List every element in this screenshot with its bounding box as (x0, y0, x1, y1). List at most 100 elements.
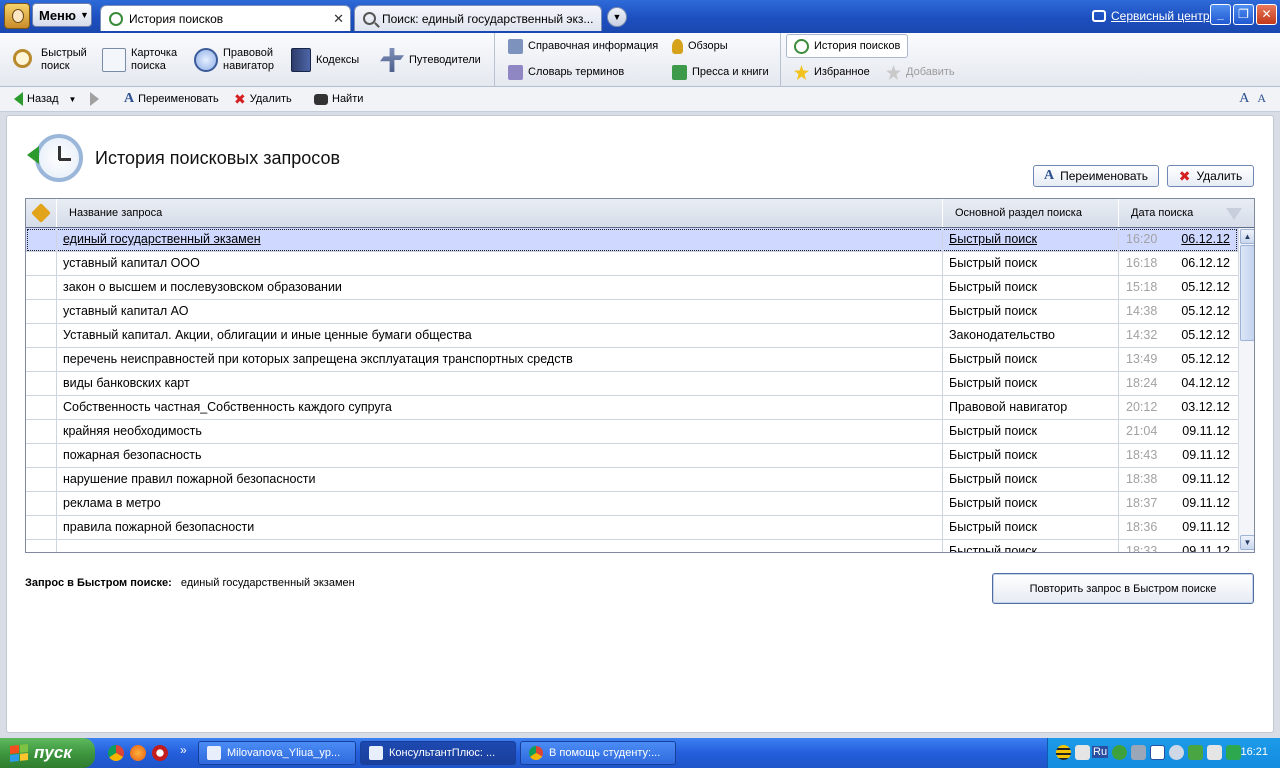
pin-cell (26, 396, 57, 419)
table-row[interactable]: уставный капитал АО Быстрый поиск 14:38 05.… (26, 300, 1238, 324)
search-section-cell: Быстрый поиск (943, 492, 1119, 515)
repeat-query-button[interactable]: Повторить запрос в Быстром поиске (992, 573, 1254, 604)
legal-navigator-label: Правовой навигатор (223, 47, 274, 72)
search-time-cell: 18:36 (1126, 520, 1158, 534)
windows-taskbar: пуск » Milovanova_Yliua_yp... Консультан… (0, 738, 1280, 768)
table-row[interactable]: реклама в метро Быстрый поиск 18:37 09.11.1… (26, 492, 1238, 516)
search-time-cell: 20:12 (1126, 400, 1158, 414)
legal-navigator-button[interactable]: Правовой навигатор (194, 47, 274, 73)
table-row[interactable]: уставный капитал ООО Быстрый поиск 16:18 06… (26, 252, 1238, 276)
table-row[interactable]: Собственность частная_Собственность кажд… (26, 396, 1238, 420)
press-books-button[interactable]: Пресса и книги (672, 65, 769, 80)
service-center-link[interactable]: Сервисный центр (1092, 9, 1210, 23)
history-clock-icon (35, 134, 83, 182)
search-time-cell: 15:18 (1126, 280, 1158, 294)
forward-button[interactable] (90, 92, 99, 106)
find-label: Найти (332, 93, 364, 105)
table-body: единый государственный экзамен Быстрый по… (26, 228, 1238, 552)
main-menu-label: Меню (39, 7, 77, 23)
utorrent-icon[interactable] (1112, 745, 1127, 760)
table-row[interactable]: Быстрый поиск 18:33 09.11.12 (26, 540, 1238, 552)
query-name-cell: единый государственный экзамен (57, 228, 943, 251)
sort-descending-icon[interactable] (1226, 208, 1242, 220)
chevron-down-icon[interactable]: ▼ (69, 95, 77, 104)
add-favorite-button[interactable]: Добавить (886, 65, 955, 80)
toolbar-delete-button[interactable]: ✖ Удалить (234, 92, 292, 106)
toolbar-rename-button[interactable]: A Переименовать (124, 92, 219, 106)
newspaper-icon (672, 65, 687, 80)
taskbar-item-browser[interactable]: В помощь студенту:... (520, 741, 676, 765)
table-row[interactable]: крайняя необходимость Быстрый поиск 21:04 0… (26, 420, 1238, 444)
card-search-label: Карточка поиска (131, 47, 178, 72)
reviews-button[interactable]: Обзоры (672, 39, 728, 54)
ccs-icon[interactable] (1075, 745, 1090, 760)
table-row[interactable]: единый государственный экзамен Быстрый по… (26, 228, 1238, 252)
vk-icon[interactable] (1150, 745, 1165, 760)
font-increase-icon[interactable]: A (1239, 91, 1249, 107)
table-row[interactable]: правила пожарной безопасности Быстрый пои… (26, 516, 1238, 540)
table-row[interactable]: виды банковских карт Быстрый поиск 18:24 04… (26, 372, 1238, 396)
vertical-scrollbar[interactable]: ▲ ▼ (1238, 228, 1254, 552)
tabs-list-button[interactable]: ▼ (607, 7, 627, 27)
glossary-button[interactable]: Словарь терминов (508, 65, 624, 80)
table-row[interactable]: пожарная безопасность Быстрый поиск 18:43 0… (26, 444, 1238, 468)
font-decrease-icon[interactable]: A (1257, 91, 1266, 107)
app-logo-icon[interactable] (4, 3, 30, 29)
tab-search-history[interactable]: История поисков ✕ (100, 5, 351, 31)
search-time-cell: 16:20 (1126, 232, 1158, 246)
scroll-thumb[interactable] (1240, 245, 1254, 341)
search-history-item[interactable]: История поисков (794, 39, 900, 54)
taskbar-item-word[interactable]: Milovanova_Yliua_yp... (198, 741, 356, 765)
find-button[interactable]: Найти (314, 93, 363, 105)
guides-button[interactable]: Путеводители (380, 48, 481, 72)
taskbar-item-consultant[interactable]: КонсультантПлюс: ... (360, 741, 516, 765)
ribbon-divider (780, 33, 781, 87)
language-indicator[interactable]: Ru (1092, 746, 1109, 758)
main-menu-button[interactable]: Меню ▼ (32, 3, 92, 27)
delete-icon: ✖ (1178, 168, 1191, 184)
favorites-button[interactable]: Избранное (794, 65, 870, 80)
back-button[interactable]: Назад ▼ (14, 92, 76, 106)
close-window-button[interactable]: ✕ (1256, 4, 1277, 25)
network-icon[interactable] (1131, 745, 1146, 760)
add-favorite-label: Добавить (906, 66, 955, 78)
tab-quick-search-result[interactable]: Поиск: единый государственный экз... (354, 5, 602, 31)
column-header-name[interactable]: Название запроса (57, 199, 943, 227)
signpost-icon (380, 48, 404, 72)
minimize-button[interactable]: _ (1210, 4, 1231, 25)
column-header-section[interactable]: Основной раздел поиска (943, 199, 1119, 227)
beeline-icon[interactable] (1056, 745, 1071, 760)
start-button[interactable]: пуск (0, 738, 95, 768)
table-row[interactable]: нарушение правил пожарной безопасности Бы… (26, 468, 1238, 492)
pin-cell (26, 276, 57, 299)
search-section-cell: Быстрый поиск (943, 420, 1119, 443)
delete-button[interactable]: ✖ Удалить (1167, 165, 1254, 187)
search-date-cell: 05.12.12 (1181, 304, 1230, 318)
pin-cell (26, 468, 57, 491)
clock: 16:21 (1240, 746, 1268, 758)
nvidia-icon[interactable] (1226, 745, 1241, 760)
chrome-icon[interactable] (108, 745, 124, 761)
maximize-button[interactable]: ❐ (1233, 4, 1254, 25)
quick-launch-more[interactable]: » (180, 743, 187, 757)
scroll-up-icon[interactable]: ▲ (1240, 229, 1254, 244)
codes-button[interactable]: Кодексы (291, 48, 359, 72)
firefox-icon[interactable] (130, 745, 146, 761)
sync-icon[interactable] (1169, 745, 1184, 760)
table-row[interactable]: Уставный капитал. Акции, облигации и ины… (26, 324, 1238, 348)
table-row[interactable]: закон о высшем и послевузовском образова… (26, 276, 1238, 300)
close-tab-icon[interactable]: ✕ (333, 11, 344, 27)
volume-icon[interactable] (1207, 745, 1222, 760)
update-icon[interactable] (1188, 745, 1203, 760)
card-search-button[interactable]: Карточка поиска (102, 47, 177, 73)
query-name-cell: виды банковских карт (57, 372, 943, 395)
reference-info-button[interactable]: Справочная информация (508, 39, 658, 54)
pin-column-header[interactable] (26, 199, 57, 227)
opera-icon[interactable] (152, 745, 168, 761)
table-row[interactable]: перечень неисправностей при которых запр… (26, 348, 1238, 372)
rename-button[interactable]: A Переименовать (1033, 165, 1159, 187)
scroll-down-icon[interactable]: ▼ (1240, 535, 1254, 550)
search-time-cell: 21:04 (1126, 424, 1158, 438)
press-books-label: Пресса и книги (692, 66, 769, 78)
quick-search-button[interactable]: Быстрый поиск (12, 47, 87, 73)
